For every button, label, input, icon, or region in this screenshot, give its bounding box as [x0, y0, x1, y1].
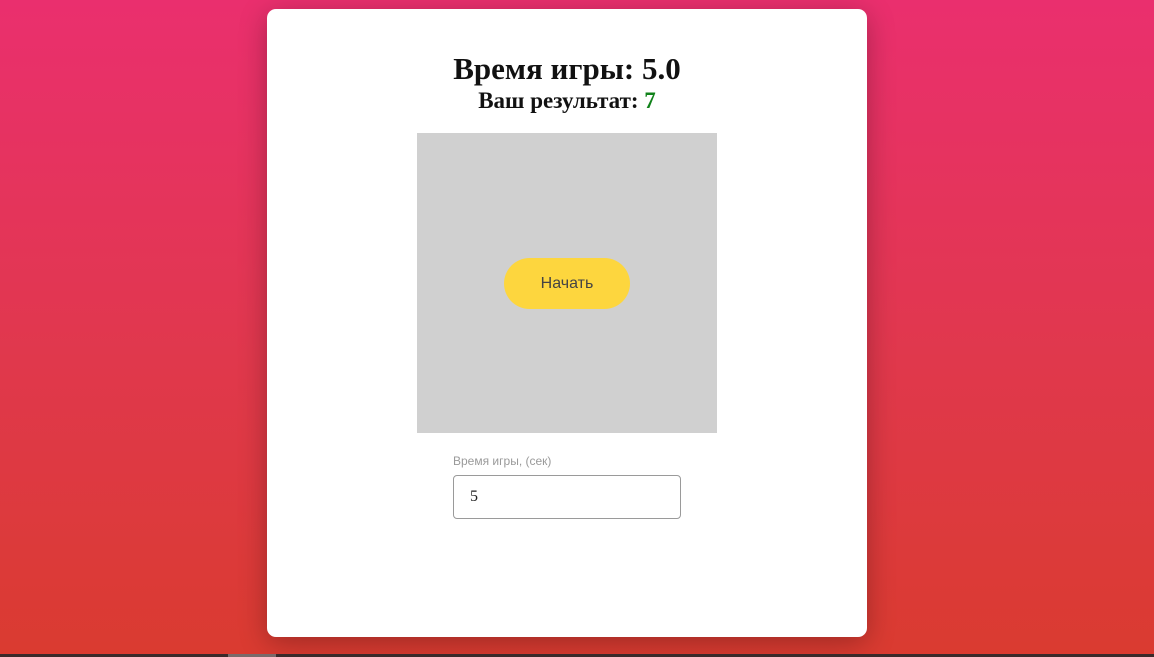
result-label: Ваш результат: — [478, 88, 639, 113]
start-button[interactable]: Начать — [504, 258, 630, 309]
game-time-field-label: Время игры, (сек) — [453, 454, 552, 468]
game-time-value: 5.0 — [642, 51, 681, 86]
game-time-label: Время игры: — [453, 51, 635, 86]
game-card: Время игры: 5.0 Ваш результат: 7 Начать … — [267, 9, 867, 637]
result-score: 7 — [644, 88, 656, 113]
game-time-input[interactable] — [453, 475, 681, 519]
result-heading: Ваш результат: 7 — [267, 87, 867, 115]
game-area[interactable]: Начать — [417, 133, 717, 433]
game-time-heading: Время игры: 5.0 — [267, 51, 867, 87]
